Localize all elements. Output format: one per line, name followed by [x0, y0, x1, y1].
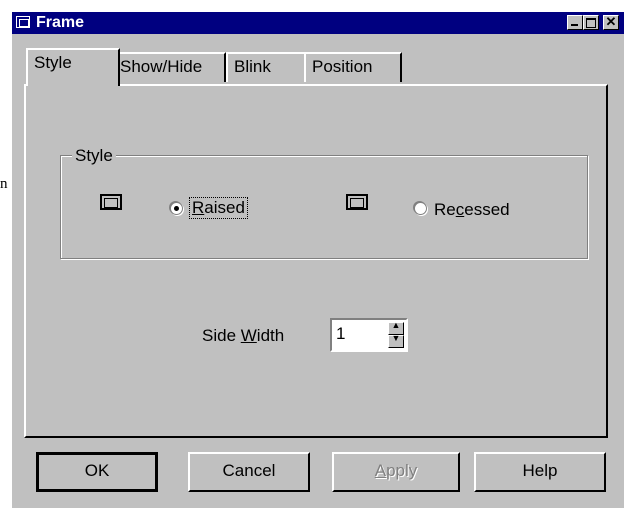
- ok-button[interactable]: OK: [36, 452, 158, 492]
- close-button[interactable]: ✕: [603, 14, 619, 30]
- raised-frame-icon: [100, 194, 122, 210]
- tab-label: Show/Hide: [120, 57, 203, 76]
- tab-position[interactable]: Position: [304, 52, 402, 82]
- chevron-down-icon: ▼: [391, 333, 401, 343]
- tab-label: Position: [312, 57, 373, 76]
- apply-button[interactable]: Apply: [332, 452, 460, 492]
- spin-down-button[interactable]: ▼: [388, 333, 404, 348]
- window-title: Frame: [36, 14, 85, 31]
- side-width-spinner[interactable]: 1 ▲ ▼: [330, 318, 408, 352]
- chevron-up-icon: ▲: [391, 320, 401, 330]
- tab-label: Style: [34, 53, 72, 72]
- frame-dialog: Frame ✕ Style Show/Hide Blink Position S…: [12, 12, 624, 508]
- title-bar[interactable]: Frame ✕: [12, 12, 624, 34]
- window-icon[interactable]: [16, 16, 30, 28]
- raised-radio-label[interactable]: Raised: [189, 197, 248, 219]
- maximize-button[interactable]: [583, 15, 599, 30]
- tab-style[interactable]: Style: [26, 48, 120, 86]
- close-icon: ✕: [605, 14, 617, 29]
- recessed-radio[interactable]: [414, 202, 427, 215]
- cancel-button[interactable]: Cancel: [188, 452, 310, 492]
- recessed-radio-label[interactable]: Recessed: [434, 200, 510, 220]
- tab-panel: [24, 84, 608, 438]
- minimize-button[interactable]: [567, 15, 583, 30]
- stray-glyph: n: [0, 176, 8, 192]
- style-group-label: Style: [72, 146, 116, 166]
- tab-blink[interactable]: Blink: [226, 52, 306, 82]
- recessed-frame-icon: [346, 194, 368, 210]
- tab-show-hide[interactable]: Show/Hide: [112, 52, 226, 82]
- help-button[interactable]: Help: [474, 452, 606, 492]
- side-width-value[interactable]: 1: [336, 324, 345, 344]
- raised-radio[interactable]: [170, 202, 183, 215]
- tab-label: Blink: [234, 57, 271, 76]
- side-width-label: Side Width: [202, 326, 285, 345]
